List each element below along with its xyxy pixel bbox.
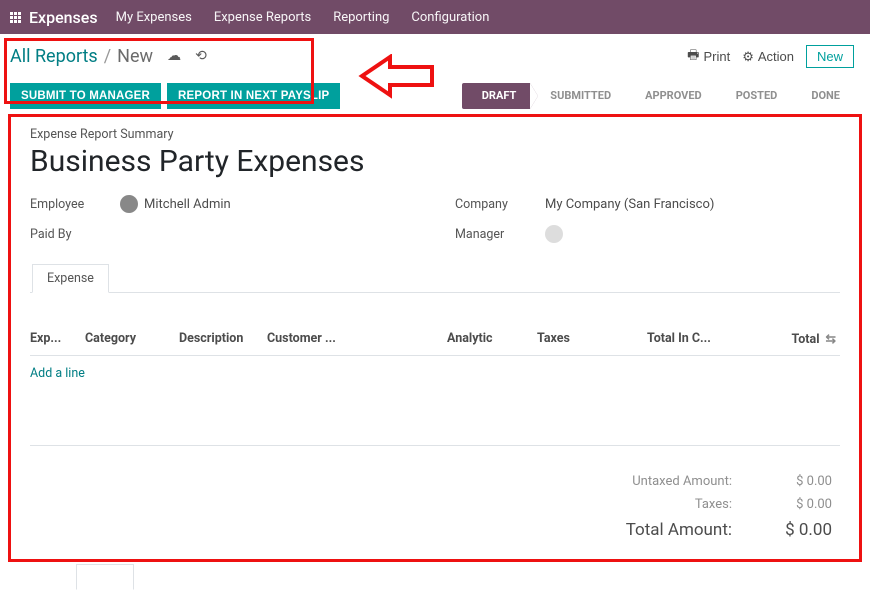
taxes-label: Taxes:: [582, 497, 732, 512]
annotation-box-tab: [76, 564, 134, 590]
breadcrumb-root[interactable]: All Reports: [10, 44, 98, 69]
menu-configuration[interactable]: Configuration: [411, 10, 489, 25]
summary-label: Expense Report Summary: [30, 127, 840, 142]
filter-icon[interactable]: ⇆: [826, 332, 836, 347]
grid-header: Exp... Category Description Customer ...…: [30, 323, 840, 356]
undo-icon[interactable]: ⟲: [195, 47, 207, 67]
avatar: [545, 225, 563, 243]
col-taxes[interactable]: Taxes: [537, 331, 647, 347]
col-expense-date[interactable]: Exp...: [30, 331, 85, 347]
add-line-link[interactable]: Add a line: [30, 356, 840, 391]
status-submitted[interactable]: SUBMITTED: [530, 83, 625, 109]
printer-icon: 🖶: [687, 46, 699, 68]
col-analytic[interactable]: Analytic: [447, 331, 537, 347]
paidby-label: Paid By: [30, 227, 120, 242]
employee-label: Employee: [30, 197, 120, 212]
col-total-currency[interactable]: Total In C...: [647, 331, 747, 347]
taxes-value: $ 0.00: [752, 497, 832, 512]
avatar: [120, 195, 138, 213]
untaxed-label: Untaxed Amount:: [582, 474, 732, 489]
menu-reporting[interactable]: Reporting: [333, 10, 389, 25]
print-button[interactable]: 🖶Print: [687, 46, 730, 68]
untaxed-value: $ 0.00: [752, 474, 832, 489]
app-brand[interactable]: Expenses: [29, 8, 98, 27]
col-description[interactable]: Description: [179, 331, 267, 347]
total-label: Total Amount:: [582, 520, 732, 540]
status-draft[interactable]: DRAFT: [462, 83, 531, 109]
total-value: $ 0.00: [752, 520, 832, 540]
control-panel: All Reports / New ☁ ⟲ 🖶Print ⚙Action New…: [0, 34, 870, 109]
report-in-next-payslip-button[interactable]: REPORT IN NEXT PAYSLIP: [167, 83, 340, 109]
apps-icon[interactable]: [10, 12, 21, 23]
breadcrumb: All Reports / New ☁ ⟲: [10, 44, 207, 69]
breadcrumb-current: New: [117, 44, 153, 69]
form-sheet: Expense Report Summary Business Party Ex…: [0, 109, 870, 562]
employee-field[interactable]: Mitchell Admin: [120, 195, 231, 213]
status-done[interactable]: DONE: [791, 83, 854, 109]
col-category[interactable]: Category: [85, 331, 179, 347]
action-button[interactable]: ⚙Action: [742, 49, 794, 65]
gear-icon: ⚙: [742, 49, 754, 65]
manager-field[interactable]: [545, 225, 563, 243]
status-posted[interactable]: POSTED: [716, 83, 792, 109]
breadcrumb-separator: /: [104, 44, 111, 69]
company-label: Company: [455, 197, 545, 212]
menu-expense-reports[interactable]: Expense Reports: [214, 10, 311, 25]
top-nav: Expenses My Expenses Expense Reports Rep…: [0, 0, 870, 34]
submit-to-manager-button[interactable]: SUBMIT TO MANAGER: [10, 83, 161, 109]
manager-label: Manager: [455, 227, 545, 242]
new-button[interactable]: New: [806, 45, 854, 68]
tab-bar: Expense: [30, 263, 840, 293]
col-total[interactable]: Total⇆: [747, 331, 840, 347]
totals: Untaxed Amount: $ 0.00 Taxes: $ 0.00 Total…: [30, 470, 840, 544]
menu-my-expenses[interactable]: My Expenses: [116, 10, 192, 25]
company-field[interactable]: My Company (San Francisco): [545, 197, 714, 212]
status-approved[interactable]: APPROVED: [625, 83, 716, 109]
col-customer[interactable]: Customer ...: [267, 331, 447, 347]
tab-expense[interactable]: Expense: [32, 264, 109, 293]
grid-body: Add a line: [30, 356, 840, 446]
status-bar: DRAFT SUBMITTED APPROVED POSTED DONE: [462, 83, 854, 109]
report-title[interactable]: Business Party Expenses: [30, 144, 840, 179]
cloud-icon[interactable]: ☁: [167, 47, 181, 67]
